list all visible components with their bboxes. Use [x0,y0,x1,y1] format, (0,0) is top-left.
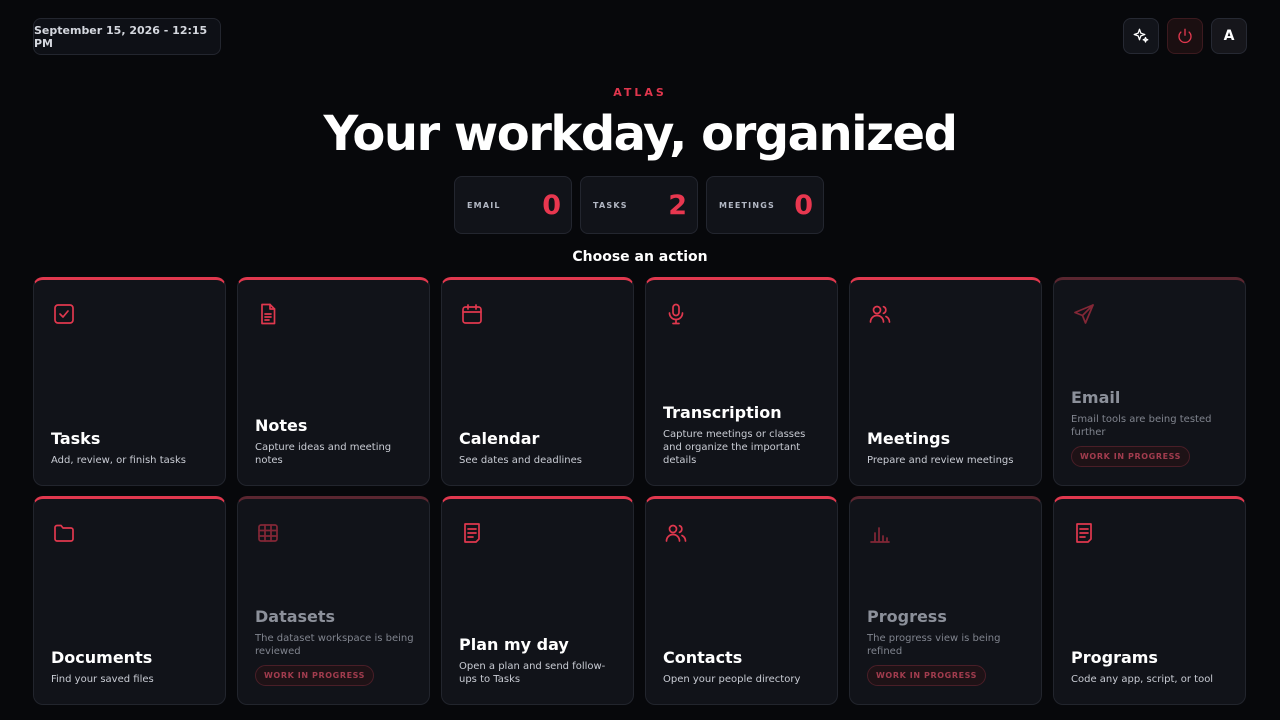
microphone-icon [668,303,684,325]
card-title: Tasks [51,429,101,448]
checkbox-icon [54,304,74,324]
card-title: Plan my day [459,635,569,654]
card-description: See dates and deadlines [459,455,582,466]
card-tasks[interactable]: Tasks Add, review, or finish tasks [33,277,226,486]
card-contacts[interactable]: Contacts Open your people directory [645,496,838,705]
bar-chart-icon [870,527,890,543]
card-calendar[interactable]: Calendar See dates and deadlines [441,277,634,486]
counter-meetings[interactable]: MEETINGS 0 [706,176,824,234]
sparkle-button[interactable] [1123,18,1159,54]
calendar-icon [462,304,482,324]
table-icon [258,524,278,542]
wip-badge: WORK IN PROGRESS [867,665,987,686]
card-description: Open your people directory [663,674,801,685]
card-title: Transcription [663,403,782,422]
avatar-button[interactable]: A [1211,18,1247,54]
card-description: The dataset workspace is being reviewed [255,633,414,657]
card-description: Add, review, or finish tasks [51,455,186,466]
card-title: Meetings [867,429,951,448]
brand-label: ATLAS [613,86,667,99]
card-description: Capture ideas and meeting notes [255,442,392,466]
card-title: Datasets [255,607,336,626]
counter-label: MEETINGS [719,200,775,210]
list-icon [464,523,480,543]
card-description: Code any app, script, or tool [1071,674,1214,685]
card-datasets[interactable]: Datasets The dataset workspace is being … [237,496,430,705]
card-title: Progress [867,607,947,626]
card-notes[interactable]: Notes Capture ideas and meeting notes [237,277,430,486]
counter-label: TASKS [593,200,628,210]
card-title: Calendar [459,429,540,448]
card-progress[interactable]: Progress The progress view is being refi… [849,496,1042,705]
card-description: Find your saved files [51,674,154,685]
send-icon [1074,304,1094,324]
power-button[interactable] [1167,18,1203,54]
card-description: Prepare and review meetings [867,455,1014,466]
card-title: Contacts [663,648,743,667]
power-icon [1178,28,1192,44]
card-description: Capture meetings or classes and organize… [663,429,806,466]
people-icon [869,305,891,323]
section-heading: Choose an action [572,249,708,265]
card-transcription[interactable]: Transcription Capture meetings or classe… [645,277,838,486]
counter-email[interactable]: EMAIL 0 [454,176,572,234]
counter-tasks[interactable]: TASKS 2 [580,176,698,234]
card-title: Email [1071,388,1121,407]
action-grid: Tasks Add, review, or finish tasks Notes… [33,277,1246,705]
card-documents[interactable]: Documents Find your saved files [33,496,226,705]
counter-value: 2 [668,189,687,221]
card-description: Email tools are being tested further [1071,414,1212,438]
document-icon [261,303,276,325]
wip-badge: WORK IN PROGRESS [255,665,375,686]
counters: EMAIL 0 TASKS 2 MEETINGS 0 [454,176,824,234]
card-plan-my-day[interactable]: Plan my day Open a plan and send follow-… [441,496,634,705]
card-email[interactable]: Email Email tools are being tested furth… [1053,277,1246,486]
card-meetings[interactable]: Meetings Prepare and review meetings [849,277,1042,486]
wip-badge: WORK IN PROGRESS [1071,446,1191,467]
sparkle-icon [1133,28,1149,43]
people-icon [665,524,687,542]
counter-value: 0 [794,189,813,221]
card-description: The progress view is being refined [867,633,1001,657]
folder-icon [54,524,74,542]
list-icon [1076,523,1092,543]
card-programs[interactable]: Programs Code any app, script, or tool [1053,496,1246,705]
datetime-display: September 15, 2026 - 12:15 PM [33,18,221,55]
card-description: Open a plan and send follow-ups to Tasks [459,661,606,685]
card-title: Programs [1071,648,1158,667]
counter-label: EMAIL [467,200,501,210]
card-title: Documents [51,648,153,667]
page-title: Your workday, organized [323,106,958,162]
card-title: Notes [255,416,308,435]
top-actions: A [1123,18,1247,54]
counter-value: 0 [542,189,561,221]
